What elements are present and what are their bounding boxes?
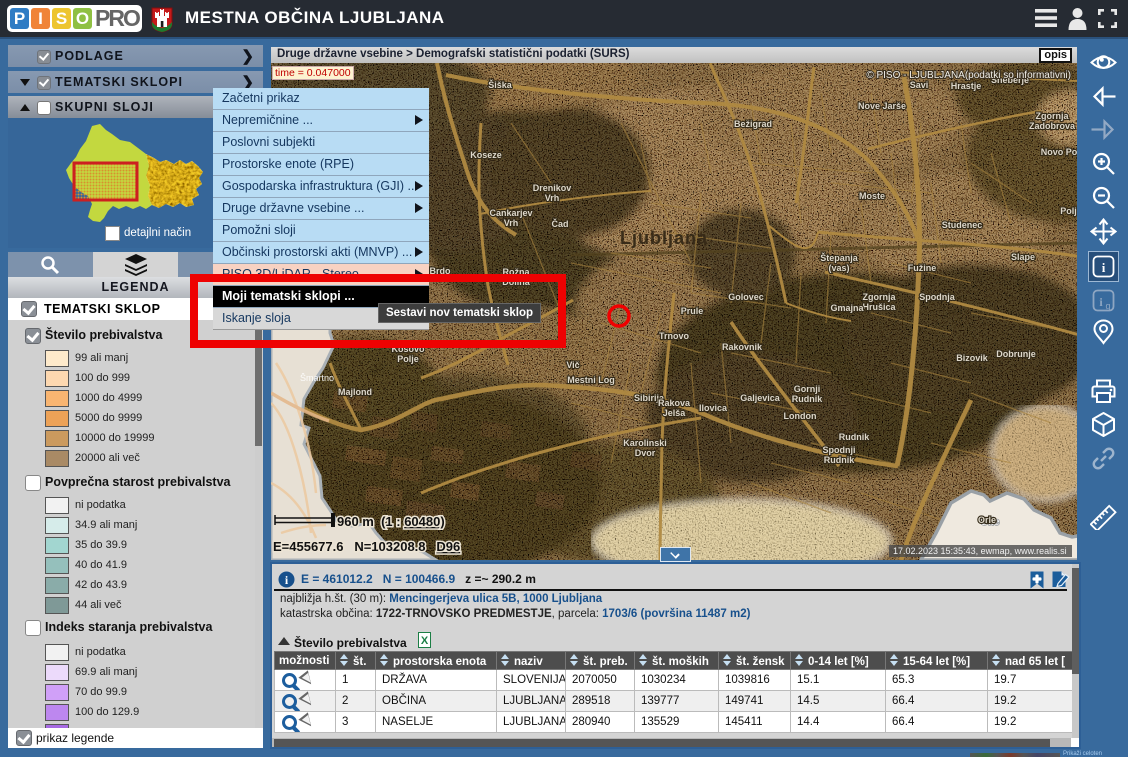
svg-text:Zadobrova: Zadobrova (1029, 121, 1076, 131)
svg-text:X: X (421, 635, 429, 647)
svg-text:Spodnji: Spodnji (823, 445, 856, 455)
svg-text:Vrh: Vrh (504, 218, 519, 228)
svg-text:Novo Polje: Novo Polje (1041, 147, 1077, 157)
svg-text:Majlond: Majlond (338, 387, 372, 397)
svg-text:Trnovo: Trnovo (659, 331, 690, 341)
svg-text:960 m (1 : 60480): 960 m (1 : 60480) (337, 514, 445, 529)
svg-text:Golovec: Golovec (728, 292, 764, 302)
svg-text:Bizovik: Bizovik (956, 353, 989, 363)
svg-text:Galjevica: Galjevica (740, 393, 781, 403)
svg-text:Cankarjev: Cankarjev (489, 208, 532, 218)
svg-text:Dobrunje: Dobrunje (996, 349, 1036, 359)
svg-text:© PISO - LJUBLJANA(podatki so: © PISO - LJUBLJANA(podatki so informativ… (866, 70, 1071, 81)
svg-text:Bežigrad: Bežigrad (734, 119, 772, 129)
svg-text:Savi: Savi (910, 80, 929, 90)
svg-text:Šmartno: Šmartno (300, 373, 334, 383)
svg-text:Ljubljana: Ljubljana (620, 228, 708, 248)
svg-text:Slape: Slape (1011, 252, 1035, 262)
svg-text:E=455677.6 N=103208.8 D96: E=455677.6 N=103208.8 D96 (273, 539, 460, 554)
svg-text:(vas): (vas) (828, 263, 849, 273)
svg-text:Studenec: Studenec (942, 220, 983, 230)
svg-text:Nove Jarše: Nove Jarše (858, 101, 906, 111)
svg-text:Rudnik: Rudnik (839, 432, 870, 442)
svg-text:Šiška: Šiška (488, 79, 513, 90)
svg-text:Zgornja: Zgornja (863, 292, 897, 302)
svg-text:Vrh: Vrh (545, 193, 560, 203)
svg-text:Koseze: Koseze (470, 150, 502, 160)
svg-text:Štepanja: Štepanja (820, 252, 859, 263)
svg-text:Drenikov: Drenikov (533, 183, 572, 193)
svg-text:Prule: Prule (681, 306, 704, 316)
svg-text:Orle: Orle (978, 515, 996, 525)
svg-text:Hrušica: Hrušica (862, 302, 896, 312)
svg-text:Zgornja: Zgornja (1036, 111, 1070, 121)
svg-text:Vič: Vič (566, 360, 579, 370)
svg-text:Polje: Polje (1060, 206, 1077, 216)
svg-text:i: i (1099, 295, 1103, 309)
svg-text:Karolinski: Karolinski (623, 438, 667, 448)
svg-text:Spodnja: Spodnja (919, 292, 955, 302)
svg-text:London: London (784, 411, 817, 421)
svg-text:Dvor: Dvor (635, 448, 656, 458)
svg-text:Gornji: Gornji (794, 384, 821, 394)
svg-text:Rakova: Rakova (658, 398, 691, 408)
svg-text:i: i (1102, 260, 1106, 275)
svg-text:Rudnik: Rudnik (792, 394, 823, 404)
svg-text:Fužine: Fužine (908, 263, 937, 273)
svg-text:Čad: Čad (551, 218, 568, 229)
svg-text:Rakovnik: Rakovnik (722, 342, 763, 352)
svg-text:Hrastje: Hrastje (951, 81, 982, 91)
svg-text:Ilovica: Ilovica (699, 403, 728, 413)
svg-text:Rudnik: Rudnik (824, 455, 855, 465)
svg-text:17.02.2023 15:35:43, ewmap, ww: 17.02.2023 15:35:43, ewmap, www.realis.s… (893, 546, 1067, 556)
svg-text:Gmajna: Gmajna (830, 303, 864, 313)
svg-text:Moste: Moste (859, 191, 885, 201)
svg-text:g: g (1105, 301, 1110, 311)
svg-text:Jelša: Jelša (663, 408, 687, 418)
svg-text:Mestni Log: Mestni Log (567, 375, 615, 385)
svg-text:Polje: Polje (397, 354, 419, 364)
